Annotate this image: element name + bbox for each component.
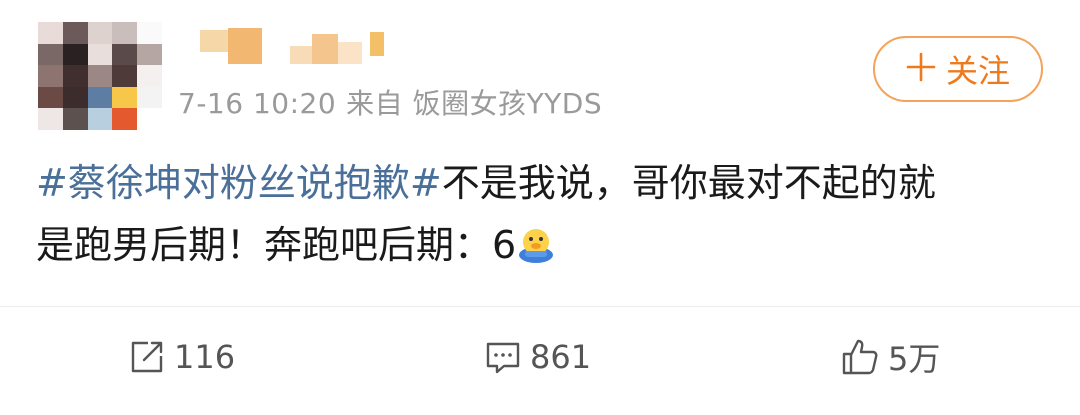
follow-label: 关注	[945, 52, 1010, 90]
comment-icon	[486, 342, 520, 374]
plus-icon	[906, 50, 936, 88]
hashtag-link[interactable]: #蔡徐坤对粉丝说抱歉#	[36, 161, 442, 205]
share-icon	[131, 341, 163, 373]
like-count: 5万	[888, 340, 941, 378]
username-obscured[interactable]	[200, 28, 400, 68]
weibo-post: 7-16 10:20 来自 饭圈女孩YYDS 关注 #蔡徐坤对粉丝说抱歉#不是我说…	[0, 0, 1080, 415]
comment-count: 861	[530, 338, 592, 376]
post-content: #蔡徐坤对粉丝说抱歉#不是我说，哥你最对不起的就 是跑男后期！奔跑吧后期：6	[36, 152, 1056, 276]
follow-button[interactable]: 关注	[873, 36, 1043, 102]
source-name[interactable]: 饭圈女孩YYDS	[413, 87, 603, 120]
thumbs-up-icon	[842, 339, 878, 375]
post-time: 7-16 10:20	[178, 87, 337, 120]
post-text-line2: 是跑男后期！奔跑吧后期：6	[36, 223, 517, 267]
source-prefix: 来自	[346, 87, 404, 120]
action-bar: 116 861 5万	[0, 307, 1080, 407]
repost-button[interactable]: 116	[128, 335, 235, 379]
avatar[interactable]	[38, 22, 162, 130]
like-button[interactable]: 5万	[840, 335, 940, 379]
post-text-line1: 不是我说，哥你最对不起的就	[441, 161, 936, 205]
repost-count: 116	[174, 338, 236, 376]
duck-emoji-icon	[516, 220, 556, 263]
comment-button[interactable]: 861	[484, 335, 591, 379]
post-meta: 7-16 10:20 来自 饭圈女孩YYDS	[178, 82, 602, 122]
